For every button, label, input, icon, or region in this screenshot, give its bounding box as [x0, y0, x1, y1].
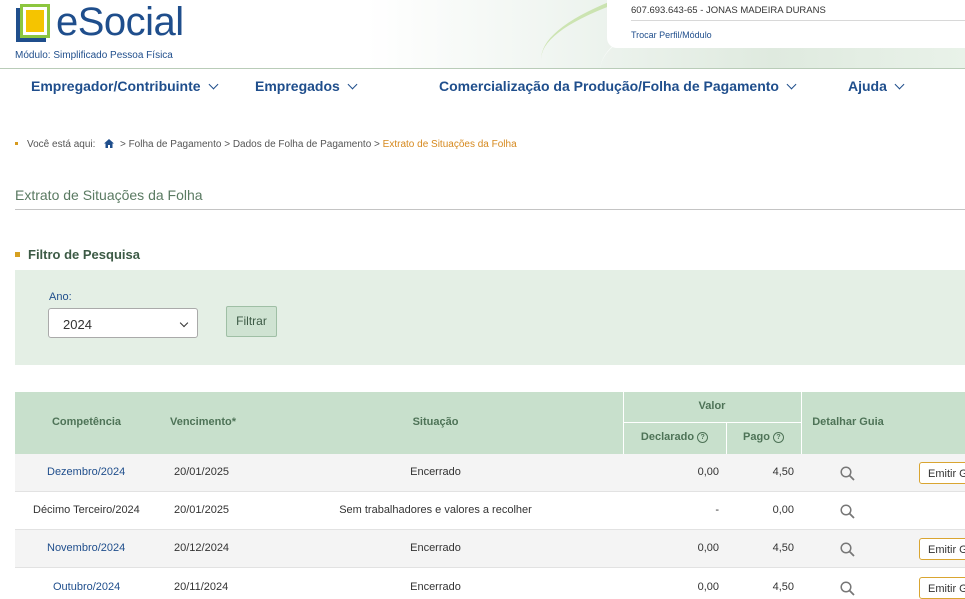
header-detalhar: Detalhar Guia — [812, 416, 884, 428]
menu-label: Empregador/Contribuinte — [31, 78, 201, 94]
menu-empregador[interactable]: Empregador/Contribuinte — [31, 78, 219, 94]
emitir-guia-button[interactable]: Emitir G — [919, 538, 965, 560]
situacao-value: Encerrado — [410, 466, 461, 478]
search-icon[interactable] — [840, 581, 855, 596]
situacao-value: Sem trabalhadores e valores a recolher — [339, 504, 532, 516]
menu-label: Empregados — [255, 78, 340, 94]
declarado-value: - — [715, 504, 719, 516]
competencia-link[interactable]: Outubro/2024 — [53, 581, 120, 593]
breadcrumb-folha[interactable]: Folha de Pagamento — [129, 139, 222, 150]
vencimento-value: 20/11/2024 — [174, 581, 229, 593]
declarado-value: 0,00 — [697, 542, 719, 554]
home-icon[interactable] — [104, 139, 115, 148]
divider — [623, 422, 801, 423]
chevron-down-icon — [179, 318, 189, 328]
filter-panel: Ano: 2024 Filtrar — [15, 270, 965, 365]
year-select[interactable]: 2024 — [48, 308, 198, 338]
logo-text: eSocial — [56, 0, 184, 44]
module-label: Módulo: Simplificado Pessoa Física — [15, 50, 173, 61]
menu-comercializacao[interactable]: Comercialização da Produção/Folha de Pag… — [439, 78, 797, 94]
pago-value: 4,50 — [772, 581, 794, 593]
situacao-value: Encerrado — [410, 542, 461, 554]
search-icon[interactable] — [840, 542, 855, 557]
competencia-link[interactable]: Dezembro/2024 — [47, 466, 125, 478]
header-vencimento: Vencimento* — [169, 416, 237, 428]
table-header: Competência Vencimento* Situação Valor D… — [15, 392, 965, 454]
menu-label: Comercialização da Produção/Folha de Pag… — [439, 78, 779, 94]
situacao-value: Encerrado — [410, 581, 461, 593]
vencimento-value: 20/12/2024 — [174, 542, 230, 554]
divider — [726, 423, 727, 454]
declarado-value: 0,00 — [697, 581, 719, 593]
table-row: Dezembro/2024 20/01/2025 Encerrado 0,00 … — [15, 454, 965, 492]
search-icon[interactable] — [840, 466, 855, 481]
pago-value: 4,50 — [772, 542, 794, 554]
year-value: 2024 — [63, 317, 92, 332]
divider — [631, 20, 965, 21]
divider — [801, 392, 802, 454]
header: eSocial Módulo: Simplificado Pessoa Físi… — [0, 0, 965, 69]
search-icon[interactable] — [840, 504, 855, 519]
menu-ajuda[interactable]: Ajuda — [848, 78, 905, 94]
filter-button[interactable]: Filtrar — [226, 306, 277, 337]
chevron-down-icon — [347, 79, 358, 90]
breadcrumb-current: Extrato de Situações da Folha — [382, 139, 517, 150]
bullet — [15, 252, 20, 257]
help-icon[interactable]: ? — [697, 432, 709, 443]
breadcrumb-dados[interactable]: Dados de Folha de Pagamento — [233, 139, 371, 150]
header-declarado-text: Declarado — [640, 431, 695, 443]
main-menu: Empregador/Contribuinte Empregados Comer… — [0, 78, 965, 96]
filter-section-title: Filtro de Pesquisa — [15, 247, 140, 262]
vencimento-value: 20/01/2025 — [174, 466, 230, 478]
menu-empregados[interactable]: Empregados — [255, 78, 358, 94]
switch-profile-link[interactable]: Trocar Perfil/Módulo — [631, 30, 712, 40]
declarado-value: 0,00 — [697, 466, 719, 478]
chevron-down-icon — [208, 79, 219, 90]
table-row: Décimo Terceiro/2024 20/01/2025 Sem trab… — [15, 492, 965, 530]
divider — [623, 392, 624, 454]
divider — [15, 209, 965, 210]
year-label: Ano: — [49, 291, 72, 303]
header-valor: Valor — [698, 400, 726, 412]
user-panel: 607.693.643-65 - JONAS MADEIRA DURANS Tr… — [607, 0, 965, 48]
header-declarado: Declarado? — [623, 431, 726, 444]
esocial-logo-icon — [16, 4, 50, 42]
competencia-link[interactable]: Novembro/2024 — [47, 542, 125, 554]
header-pago-text: Pago — [743, 431, 770, 443]
chevron-down-icon — [894, 79, 905, 90]
filter-title-text: Filtro de Pesquisa — [28, 247, 140, 262]
vencimento-value: 20/01/2025 — [174, 504, 230, 516]
breadcrumb-sep: > — [374, 139, 383, 150]
menu-label: Ajuda — [848, 78, 887, 94]
table-row: Novembro/2024 20/12/2024 Encerrado 0,00 … — [15, 530, 965, 568]
bullet — [15, 142, 18, 145]
breadcrumb: Você está aqui: > Folha de Pagamento > D… — [15, 138, 517, 150]
header-situacao: Situação — [412, 416, 459, 428]
table-row: Outubro/2024 20/11/2024 Encerrado 0,00 4… — [15, 569, 965, 599]
help-icon[interactable]: ? — [772, 432, 784, 443]
breadcrumb-sep: > — [119, 139, 129, 150]
page-title: Extrato de Situações da Folha — [15, 187, 203, 203]
pago-value: 0,00 — [772, 504, 794, 516]
breadcrumb-prefix: Você está aqui: — [27, 139, 96, 150]
breadcrumb-sep: > — [224, 139, 233, 150]
chevron-down-icon — [786, 79, 797, 90]
emitir-guia-button[interactable]: Emitir G — [919, 462, 965, 484]
user-name: 607.693.643-65 - JONAS MADEIRA DURANS — [631, 5, 826, 16]
emitir-guia-button[interactable]: Emitir G — [919, 577, 965, 599]
pago-value: 4,50 — [772, 466, 794, 478]
header-competencia: Competência — [51, 416, 122, 428]
header-pago: Pago? — [726, 431, 801, 444]
competencia-value: Décimo Terceiro/2024 — [33, 504, 140, 516]
